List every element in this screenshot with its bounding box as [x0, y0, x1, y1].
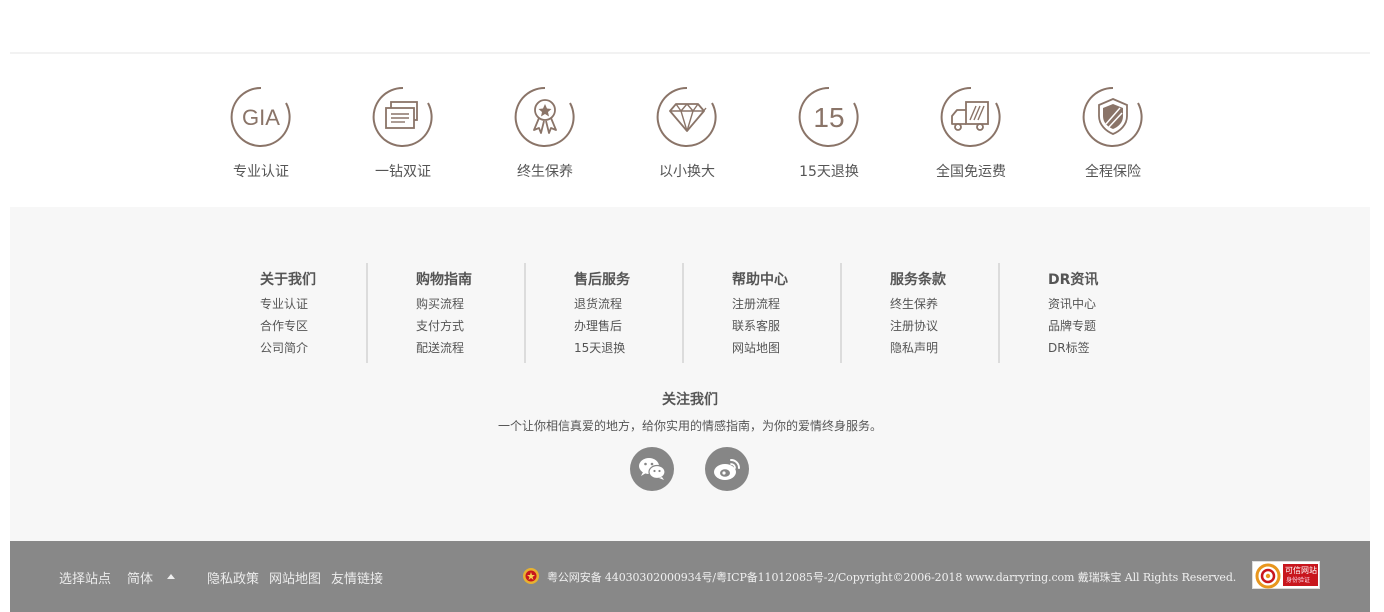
svg-text:15: 15 — [813, 102, 844, 133]
friend-links[interactable]: 友情链接 — [331, 568, 383, 587]
footer-link[interactable]: 退货流程 — [574, 293, 630, 315]
certificates-icon — [372, 86, 433, 147]
footer-links-area: 关于我们 专业认证 合作专区 公司简介 购物指南 购买流程 支付方式 配送流程 … — [10, 207, 1370, 541]
footer-link[interactable]: 资讯中心 — [1048, 293, 1098, 315]
feature-15-days[interactable]: 15 15天退换 — [774, 86, 884, 181]
footer-column-after-sales: 售后服务 退货流程 办理售后 15天退换 — [524, 263, 682, 363]
footer-link[interactable]: 配送流程 — [416, 337, 472, 359]
column-title: 服务条款 — [890, 272, 946, 288]
site-select[interactable]: 选择站点 — [59, 568, 111, 587]
feature-upgrade[interactable]: 以小换大 — [632, 86, 742, 181]
fifteen-days-icon: 15 — [798, 86, 859, 147]
privacy-link[interactable]: 隐私政策 — [207, 568, 259, 587]
footer-link[interactable]: 专业认证 — [260, 293, 316, 315]
column-title: DR资讯 — [1048, 272, 1099, 288]
feature-label: 15天退换 — [799, 164, 859, 180]
wechat-icon — [639, 458, 666, 480]
wechat-button[interactable] — [630, 447, 674, 491]
footer-link[interactable]: 合作专区 — [260, 315, 316, 337]
footer-column-terms: 服务条款 终生保养 注册协议 隐私声明 — [840, 263, 998, 363]
footer-link[interactable]: 网站地图 — [732, 337, 788, 359]
footer-link[interactable]: 注册协议 — [890, 315, 946, 337]
police-badge-icon — [523, 568, 539, 584]
footer-column-help: 帮助中心 注册流程 联系客服 网站地图 — [682, 263, 840, 363]
diamond-icon — [656, 86, 717, 147]
feature-free-shipping[interactable]: 全国免运费 — [916, 86, 1026, 181]
column-title: 售后服务 — [574, 272, 630, 288]
features-row: GIA 专业认证 一钻双证 终生保养 以小换大 15 15天退换 全国免运费 全… — [10, 56, 1370, 208]
feature-label: 终生保养 — [517, 164, 573, 180]
footer-link[interactable]: 办理售后 — [574, 315, 630, 337]
sitemap-link[interactable]: 网站地图 — [269, 568, 321, 587]
column-title: 关于我们 — [260, 272, 316, 288]
weibo-button[interactable] — [705, 447, 749, 491]
top-blank-area — [10, 0, 1370, 54]
footer-link[interactable]: 15天退换 — [574, 337, 630, 359]
bottom-bar: 选择站点 简体 隐私政策 网站地图 友情链接 粤公网安备 44030302000… — [10, 541, 1370, 612]
weibo-icon — [714, 459, 740, 480]
footer-link[interactable]: 注册流程 — [732, 293, 788, 315]
trust-badge-subtext: 身份验证 — [1286, 577, 1311, 584]
medal-icon — [514, 86, 575, 147]
feature-insurance[interactable]: 全程保险 — [1058, 86, 1168, 181]
page-footer: GIA 专业认证 一钻双证 终生保养 以小换大 15 15天退换 全国免运费 全… — [10, 0, 1370, 612]
language-select[interactable]: 简体 — [127, 568, 153, 587]
caret-up-icon[interactable] — [167, 574, 175, 579]
feature-label: 全程保险 — [1085, 164, 1141, 180]
footer-column-guide: 购物指南 购买流程 支付方式 配送流程 — [366, 263, 524, 363]
footer-column-news: DR资讯 资讯中心 品牌专题 DR标签 — [998, 263, 1156, 363]
footer-link[interactable]: 品牌专题 — [1048, 315, 1098, 337]
trust-badge[interactable]: 可信网站 身份验证 — [1252, 561, 1320, 589]
copyright-text: 粤公网安备 44030302000934号/粤ICP备11012085号-2/C… — [547, 571, 1237, 584]
footer-link[interactable]: 公司简介 — [260, 337, 316, 359]
feature-label: 专业认证 — [233, 164, 289, 180]
feature-certificates[interactable]: 一钻双证 — [348, 86, 458, 181]
feature-gia[interactable]: GIA 专业认证 — [206, 86, 316, 181]
gia-icon: GIA — [230, 86, 291, 147]
footer-link[interactable]: 购买流程 — [416, 293, 472, 315]
footer-link[interactable]: 隐私声明 — [890, 337, 946, 359]
follow-title: 关注我们 — [662, 392, 718, 408]
follow-description: 一个让你相信真爱的地方，给你实用的情感指南，为你的爱情终身服务。 — [497, 419, 882, 433]
footer-link[interactable]: 支付方式 — [416, 315, 472, 337]
column-title: 购物指南 — [416, 272, 472, 288]
footer-link[interactable]: DR标签 — [1048, 337, 1098, 359]
footer-link[interactable]: 终生保养 — [890, 293, 946, 315]
truck-icon — [940, 86, 1001, 147]
feature-label: 一钻双证 — [375, 164, 431, 180]
svg-text:GIA: GIA — [242, 105, 280, 130]
feature-maintenance[interactable]: 终生保养 — [490, 86, 600, 181]
footer-link[interactable]: 联系客服 — [732, 315, 788, 337]
trust-logo-icon — [1255, 563, 1281, 589]
feature-label: 以小换大 — [659, 164, 715, 180]
feature-label: 全国免运费 — [936, 164, 1006, 180]
follow-us-section: 关注我们 一个让你相信真爱的地方，给你实用的情感指南，为你的爱情终身服务。 — [10, 389, 1370, 434]
column-title: 帮助中心 — [732, 272, 788, 288]
shield-icon — [1082, 86, 1143, 147]
